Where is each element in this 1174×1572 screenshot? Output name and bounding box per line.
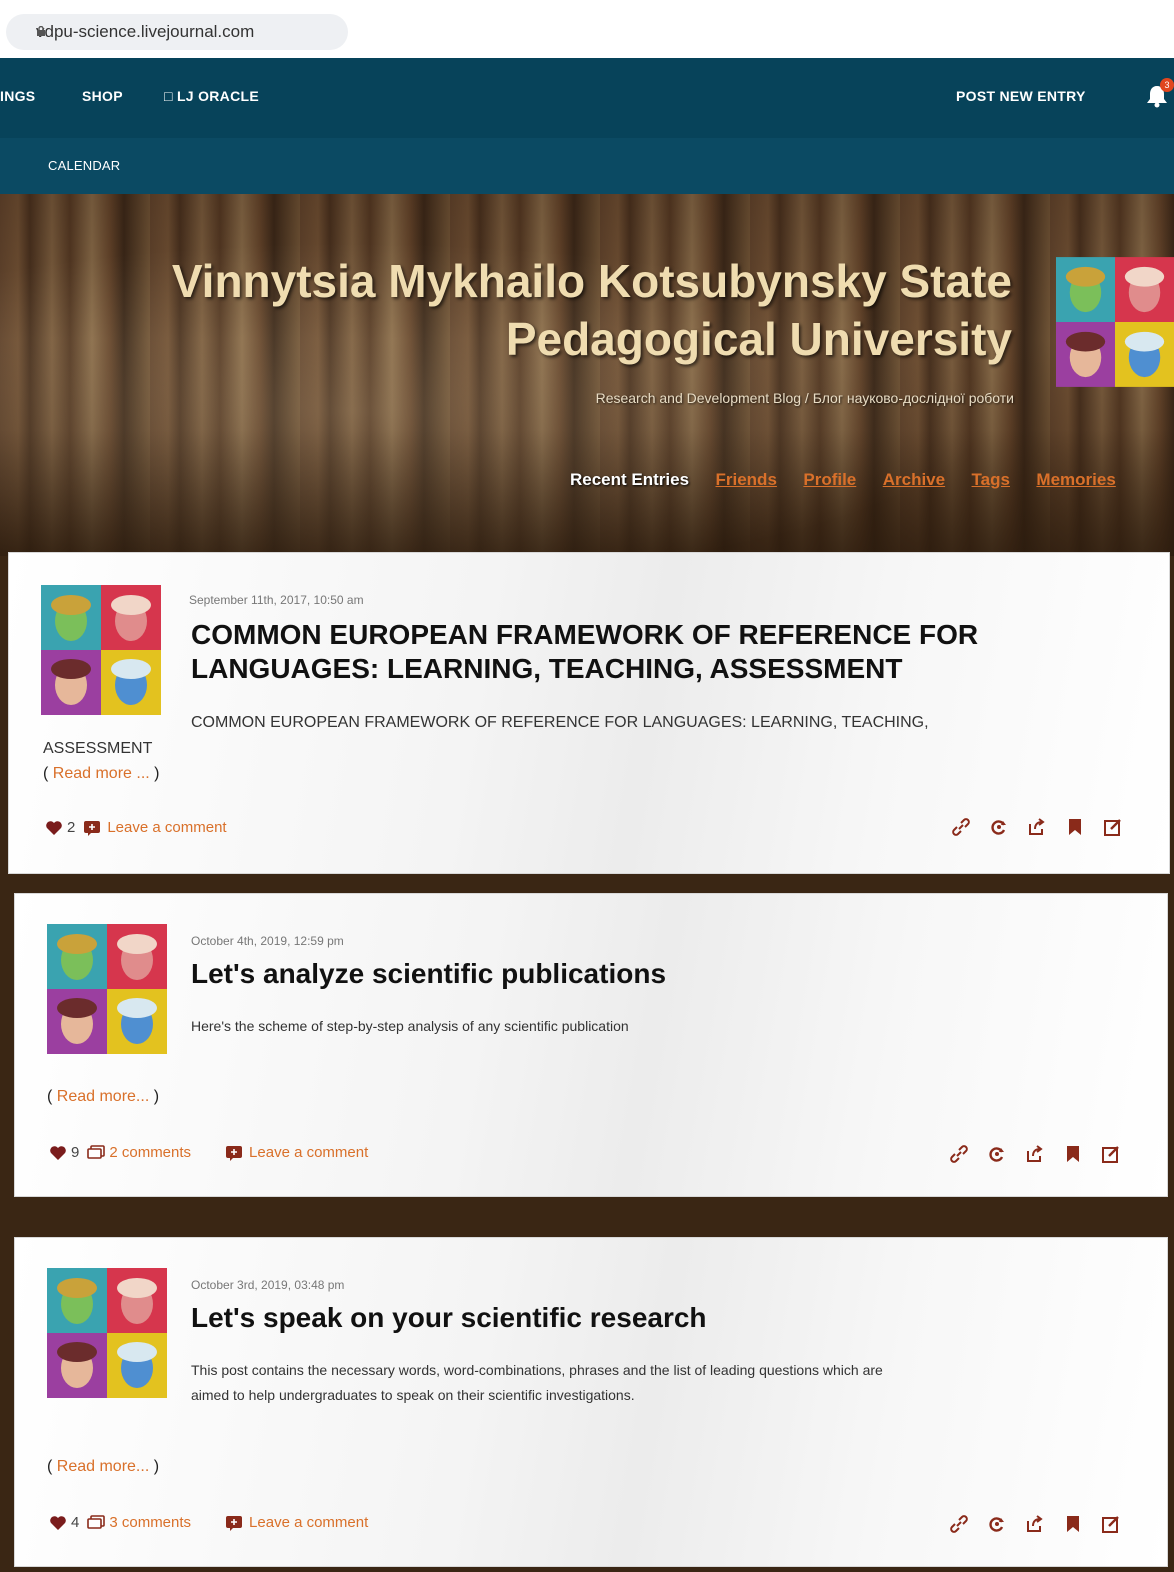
post-text-line-1: Here's the scheme of step-by-step analys… bbox=[191, 1018, 629, 1034]
post-date: October 4th, 2019, 12:59 pm bbox=[191, 934, 344, 948]
link-icon[interactable] bbox=[949, 1144, 969, 1164]
journal-nav-profile[interactable]: Profile bbox=[803, 470, 856, 490]
journal-nav-friends[interactable]: Friends bbox=[716, 470, 777, 490]
url-text: vdpu-science.livejournal.com bbox=[36, 22, 255, 41]
read-more-link[interactable]: Read more ... bbox=[53, 765, 150, 782]
add-comment-icon[interactable] bbox=[83, 820, 101, 836]
share-icon[interactable] bbox=[1027, 817, 1047, 837]
post-footer: 9 2 comments Leave a comment bbox=[49, 1144, 398, 1161]
read-more: ( Read more... ) bbox=[47, 1088, 159, 1106]
heart-icon[interactable] bbox=[45, 820, 63, 836]
bookmark-icon[interactable] bbox=[1065, 817, 1085, 837]
post-actions bbox=[949, 1144, 1121, 1164]
like-count: 4 bbox=[71, 1514, 80, 1531]
journal-subtitle: Research and Development Blog / Блог нау… bbox=[595, 390, 1014, 406]
leave-comment-link[interactable]: Leave a comment bbox=[107, 819, 226, 836]
comments-link[interactable]: 2 comments bbox=[109, 1144, 191, 1161]
post-entry-3: October 3rd, 2019, 03:48 pm Let's speak … bbox=[14, 1237, 1168, 1567]
journal-nav-recent-entries: Recent Entries bbox=[570, 470, 690, 489]
post-actions bbox=[949, 1514, 1121, 1534]
header-background bbox=[0, 194, 1174, 556]
post-date: October 3rd, 2019, 03:48 pm bbox=[191, 1278, 345, 1292]
nav-item-settings[interactable]: INGS bbox=[0, 88, 35, 104]
heart-icon[interactable] bbox=[49, 1145, 67, 1161]
edit-icon[interactable] bbox=[1101, 1144, 1121, 1164]
read-more-close: ) bbox=[149, 765, 160, 782]
comments-link[interactable]: 3 comments bbox=[109, 1514, 191, 1531]
read-more-open: ( bbox=[47, 1458, 57, 1475]
add-comment-icon[interactable] bbox=[225, 1515, 243, 1531]
browser-address-bar: vdpu-science.livejournal.com bbox=[0, 0, 1174, 62]
bookmark-icon[interactable] bbox=[1063, 1514, 1083, 1534]
journal-nav-archive[interactable]: Archive bbox=[883, 470, 945, 490]
lock-icon bbox=[37, 26, 45, 36]
post-title[interactable]: Let's speak on your scientific research bbox=[191, 1302, 707, 1334]
journal-nav-memories[interactable]: Memories bbox=[1036, 470, 1115, 490]
journal-title-line-2: Pedagogical University bbox=[505, 313, 1012, 365]
post-footer: 4 3 comments Leave a comment bbox=[49, 1514, 398, 1531]
like-count: 9 bbox=[71, 1144, 80, 1161]
like-count: 2 bbox=[67, 819, 76, 836]
nav-item-calendar[interactable]: CALENDAR bbox=[48, 158, 120, 173]
read-more-close: ) bbox=[149, 1088, 160, 1105]
nav-item-shop[interactable]: SHOP bbox=[82, 88, 123, 104]
comments-icon[interactable] bbox=[87, 1144, 106, 1161]
post-text-line-1: COMMON EUROPEAN FRAMEWORK OF REFERENCE F… bbox=[191, 714, 929, 731]
top-navigation-bar: INGS SHOP □ LJ ORACLE POST NEW ENTRY 3 bbox=[0, 58, 1174, 138]
edit-icon[interactable] bbox=[1101, 1514, 1121, 1534]
post-entry-2: October 4th, 2019, 12:59 pm Let's analyz… bbox=[14, 893, 1168, 1197]
journal-nav-tags[interactable]: Tags bbox=[972, 470, 1010, 490]
post-userpic[interactable] bbox=[47, 1268, 167, 1398]
url-field[interactable]: vdpu-science.livejournal.com bbox=[6, 14, 348, 50]
sub-navigation-bar: CALENDAR bbox=[0, 138, 1174, 194]
read-more: ( Read more ... ) bbox=[43, 765, 160, 783]
heart-icon[interactable] bbox=[49, 1515, 67, 1531]
read-more-link[interactable]: Read more... bbox=[57, 1458, 149, 1475]
leave-comment-link[interactable]: Leave a comment bbox=[249, 1514, 368, 1531]
post-footer: 2 Leave a comment bbox=[45, 819, 257, 836]
leave-comment-link[interactable]: Leave a comment bbox=[249, 1144, 368, 1161]
post-new-entry-button[interactable]: POST NEW ENTRY bbox=[956, 88, 1086, 104]
journal-userpic[interactable] bbox=[1056, 256, 1174, 388]
post-entry-1: September 11th, 2017, 10:50 am COMMON EU… bbox=[8, 552, 1170, 874]
notification-badge: 3 bbox=[1160, 78, 1174, 92]
repost-icon[interactable] bbox=[987, 1144, 1007, 1164]
journal-header: Vinnytsia Mykhailo Kotsubynsky State Ped… bbox=[0, 194, 1174, 556]
bookmark-icon[interactable] bbox=[1063, 1144, 1083, 1164]
post-text-line-2: aimed to help undergraduates to speak on… bbox=[191, 1387, 635, 1403]
post-title-line-2[interactable]: LANGUAGES: LEARNING, TEACHING, ASSESSMEN… bbox=[191, 653, 902, 685]
add-comment-icon[interactable] bbox=[225, 1145, 243, 1161]
journal-title-line-1: Vinnytsia Mykhailo Kotsubynsky State bbox=[171, 255, 1012, 307]
post-title-line-1[interactable]: COMMON EUROPEAN FRAMEWORK OF REFERENCE F… bbox=[191, 619, 978, 651]
post-title[interactable]: Let's analyze scientific publications bbox=[191, 958, 666, 990]
read-more: ( Read more... ) bbox=[47, 1458, 159, 1476]
read-more-open: ( bbox=[43, 765, 53, 782]
nav-item-lj-oracle[interactable]: □ LJ ORACLE bbox=[164, 88, 259, 104]
post-userpic[interactable] bbox=[41, 585, 161, 715]
post-text-line-2: ASSESSMENT bbox=[43, 740, 153, 757]
post-date: September 11th, 2017, 10:50 am bbox=[189, 593, 364, 607]
read-more-link[interactable]: Read more... bbox=[57, 1088, 149, 1105]
repost-icon[interactable] bbox=[989, 817, 1009, 837]
journal-navigation: Recent Entries Friends Profile Archive T… bbox=[570, 470, 1138, 490]
read-more-close: ) bbox=[149, 1458, 160, 1475]
edit-icon[interactable] bbox=[1103, 817, 1123, 837]
post-userpic[interactable] bbox=[47, 924, 167, 1054]
comments-icon[interactable] bbox=[87, 1514, 106, 1531]
share-icon[interactable] bbox=[1025, 1144, 1045, 1164]
read-more-open: ( bbox=[47, 1088, 57, 1105]
post-text-line-1: This post contains the necessary words, … bbox=[191, 1362, 883, 1378]
repost-icon[interactable] bbox=[987, 1514, 1007, 1534]
link-icon[interactable] bbox=[951, 817, 971, 837]
share-icon[interactable] bbox=[1025, 1514, 1045, 1534]
post-actions bbox=[951, 817, 1123, 837]
link-icon[interactable] bbox=[949, 1514, 969, 1534]
